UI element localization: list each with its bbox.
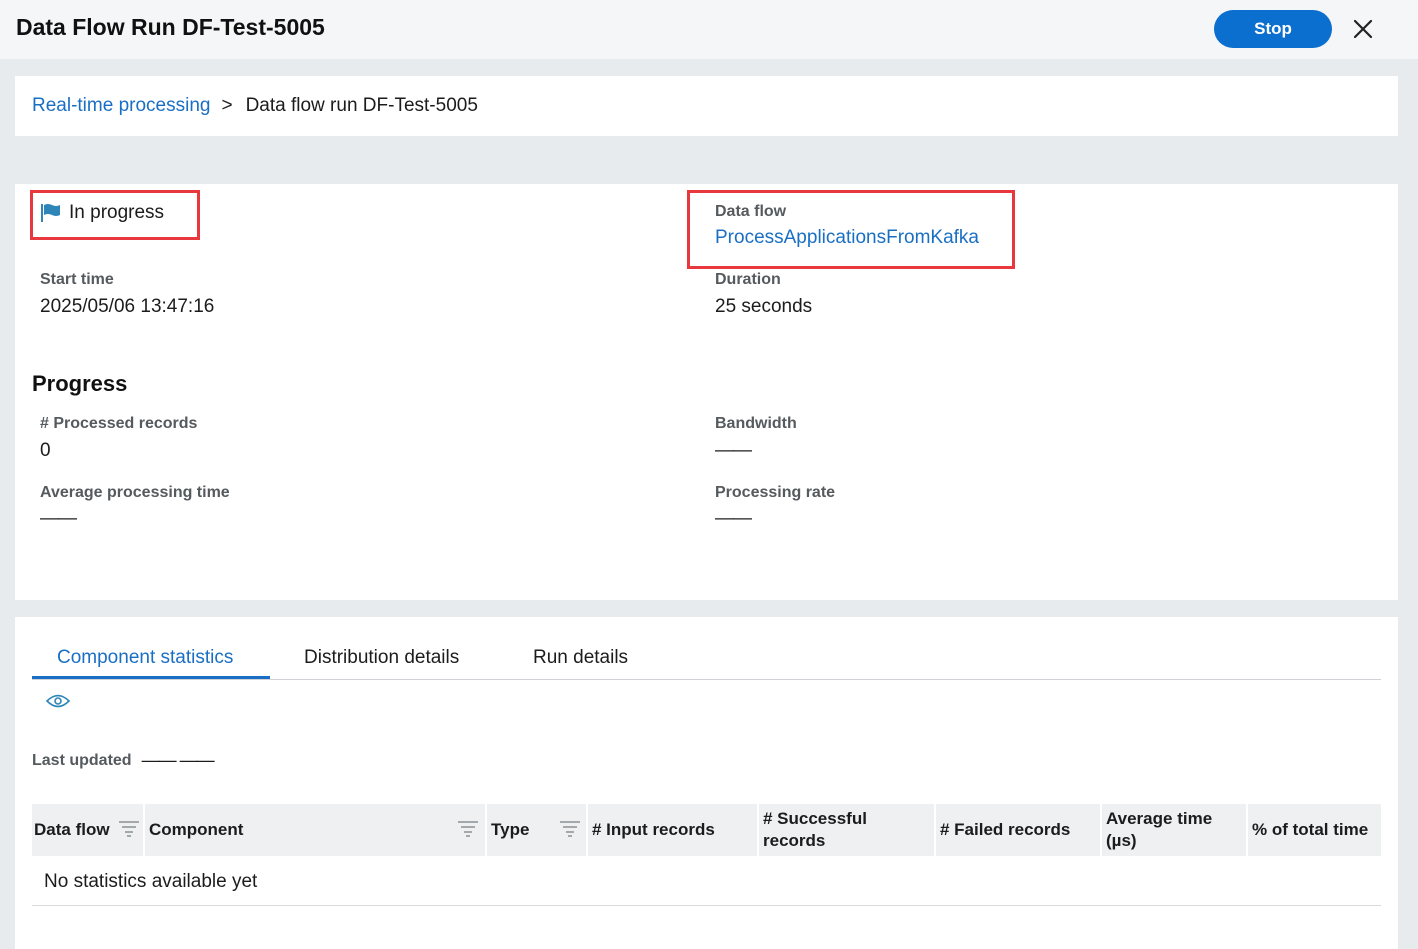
breadcrumb-panel: Real-time processing > Data flow run DF-… xyxy=(15,76,1398,136)
breadcrumb: Real-time processing > Data flow run DF-… xyxy=(32,95,478,117)
dialog-header: Data Flow Run DF-Test-5005 Stop xyxy=(0,0,1418,59)
last-updated: Last updated —— —— xyxy=(32,750,215,771)
breadcrumb-current: Data flow run DF-Test-5005 xyxy=(245,95,478,116)
table-header: Data flow Component Type # Input records… xyxy=(32,804,1381,856)
tab-bar: Component statistics Distribution detail… xyxy=(32,647,1381,680)
filter-icon[interactable] xyxy=(118,820,140,838)
statistics-panel: Component statistics Distribution detail… xyxy=(15,617,1398,949)
flag-icon xyxy=(41,204,60,222)
duration-value: 25 seconds xyxy=(715,296,813,317)
data-flow-label: Data flow xyxy=(715,203,787,220)
column-header-data-flow[interactable]: Data flow xyxy=(32,804,145,856)
column-header-component[interactable]: Component xyxy=(145,804,487,856)
column-header-type[interactable]: Type xyxy=(487,804,588,856)
start-time-label: Start time xyxy=(40,271,114,288)
column-header-average-time[interactable]: Average time (µs) xyxy=(1102,804,1248,856)
empty-message: No statistics available yet xyxy=(44,871,258,892)
last-updated-value: —— —— xyxy=(141,750,215,770)
processing-rate-label: Processing rate xyxy=(715,484,836,501)
column-header-percent-total-time[interactable]: % of total time xyxy=(1248,804,1381,856)
status-indicator: In progress xyxy=(40,202,164,224)
duration-label: Duration xyxy=(715,271,781,288)
eye-icon[interactable] xyxy=(45,693,71,709)
filter-icon[interactable] xyxy=(457,820,479,838)
column-header-successful-records[interactable]: # Successful records xyxy=(759,804,936,856)
close-icon[interactable] xyxy=(1350,16,1376,42)
avg-processing-time-value: —— xyxy=(40,508,77,529)
column-header-failed-records[interactable]: # Failed records xyxy=(936,804,1102,856)
breadcrumb-link-parent[interactable]: Real-time processing xyxy=(32,95,210,117)
bandwidth-label: Bandwidth xyxy=(715,415,797,432)
column-header-input-records[interactable]: # Input records xyxy=(588,804,759,856)
data-flow-link[interactable]: ProcessApplicationsFromKafka xyxy=(715,227,979,249)
start-time-value: 2025/05/06 13:47:16 xyxy=(40,296,215,317)
status-text: In progress xyxy=(69,202,165,223)
processing-rate-value: —— xyxy=(715,508,752,529)
filter-icon[interactable] xyxy=(559,820,581,838)
progress-heading: Progress xyxy=(32,371,128,396)
processed-records-label: # Processed records xyxy=(40,415,198,432)
component-statistics-table: Data flow Component Type # Input records… xyxy=(32,804,1381,906)
bandwidth-value: —— xyxy=(715,440,752,461)
run-info-panel: In progress Data flow ProcessApplication… xyxy=(15,184,1398,600)
processed-records-value: 0 xyxy=(40,440,51,461)
stop-button[interactable]: Stop xyxy=(1214,10,1332,48)
page-title: Data Flow Run DF-Test-5005 xyxy=(16,14,325,40)
tab-run-details[interactable]: Run details xyxy=(533,647,628,680)
tab-distribution-details[interactable]: Distribution details xyxy=(304,647,459,680)
avg-processing-time-label: Average processing time xyxy=(40,484,230,501)
active-tab-indicator xyxy=(32,676,270,679)
breadcrumb-separator: > xyxy=(221,95,233,116)
last-updated-label: Last updated xyxy=(32,751,132,769)
table-empty-row: No statistics available yet xyxy=(32,856,1381,906)
